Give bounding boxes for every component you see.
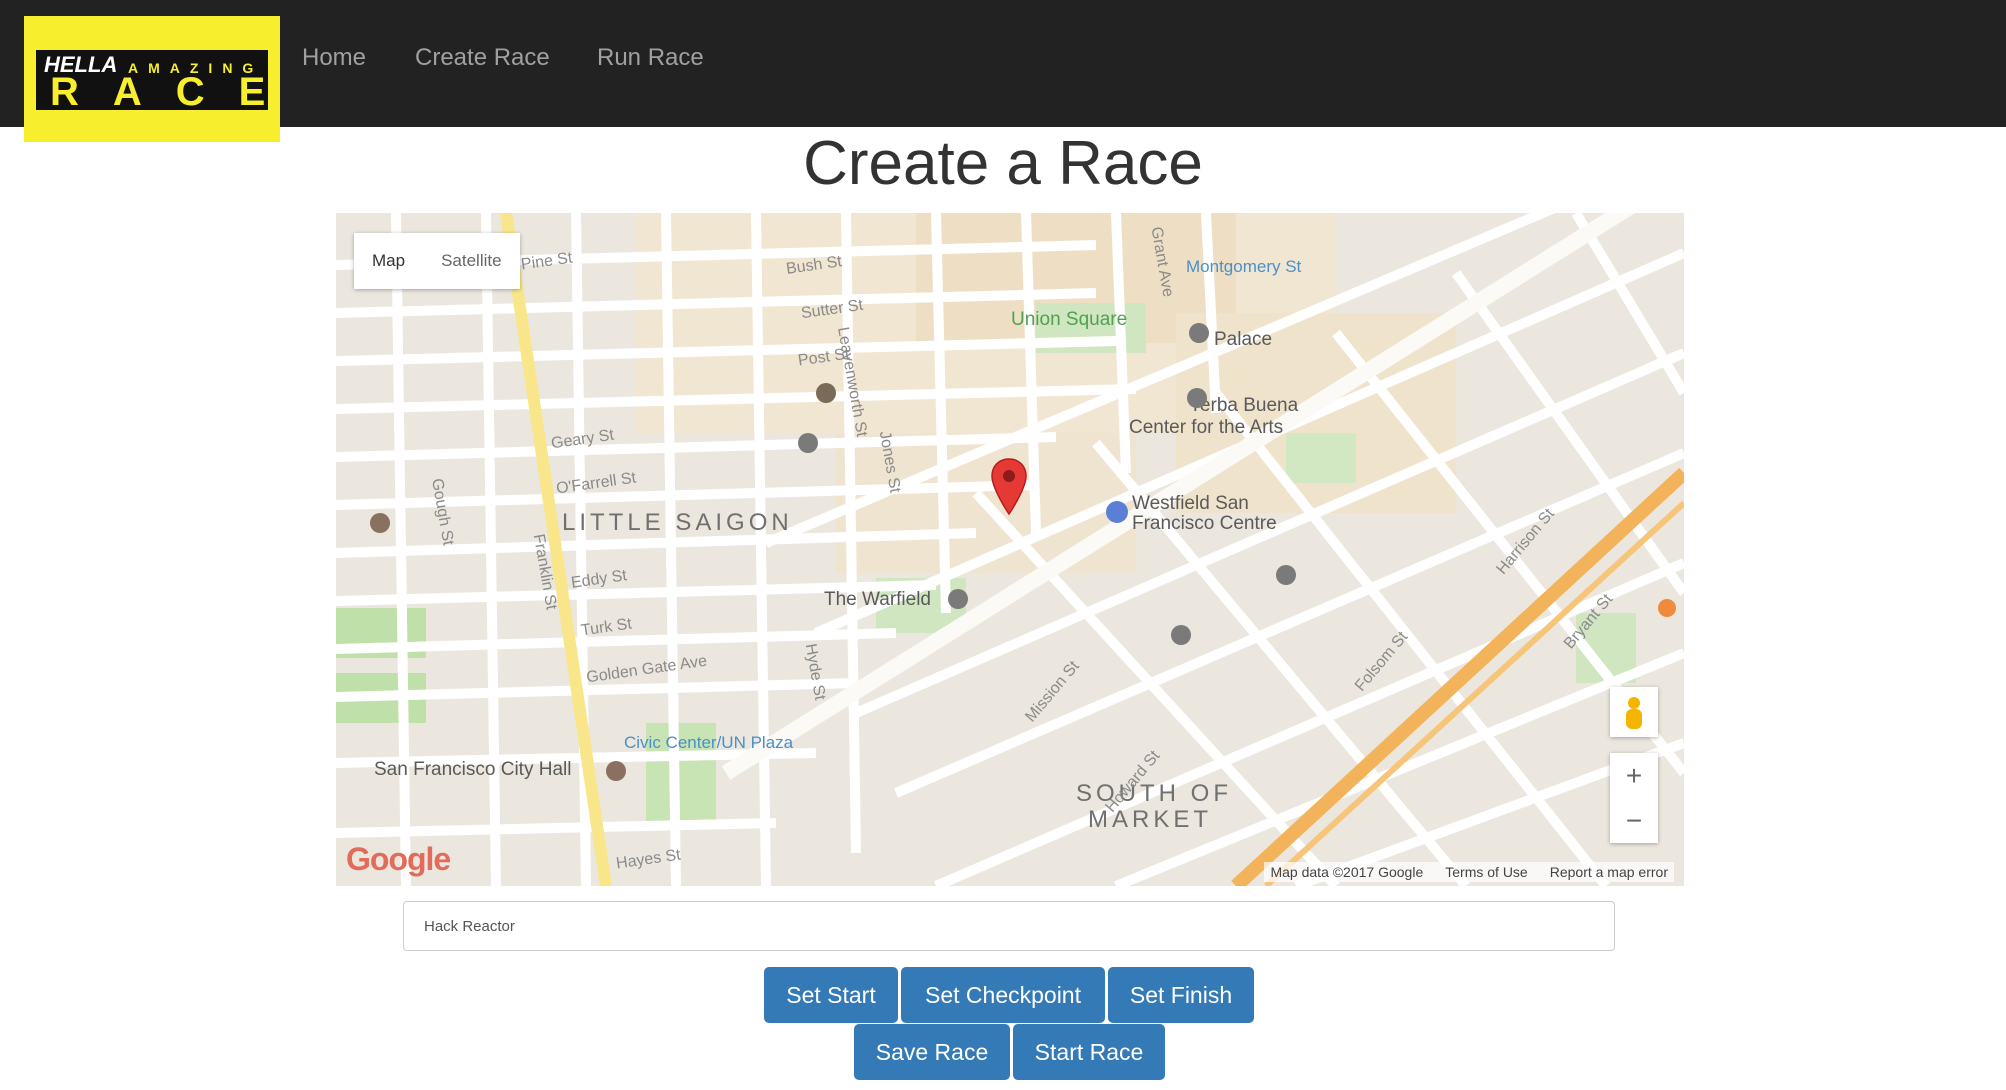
poi-icon bbox=[948, 589, 968, 609]
map-label-civic-center: Civic Center/UN Plaza bbox=[624, 733, 794, 752]
navbar: HELLA AMAZING RACE Home Create Race Run … bbox=[0, 0, 2006, 142]
shopping-icon bbox=[1106, 501, 1128, 523]
logo-panel: HELLA AMAZING RACE bbox=[36, 50, 268, 112]
zoom-in-button[interactable]: + bbox=[1610, 753, 1658, 798]
map-type-map-button[interactable]: Map bbox=[354, 233, 423, 289]
set-checkpoint-button[interactable]: Set Checkpoint bbox=[901, 967, 1105, 1023]
map-label-palace: Palace bbox=[1214, 329, 1273, 350]
map-type-control: Map Satellite bbox=[354, 233, 520, 289]
set-finish-button[interactable]: Set Finish bbox=[1108, 967, 1254, 1023]
map-label-city-hall: San Francisco City Hall bbox=[374, 759, 572, 780]
report-map-error-link[interactable]: Report a map error bbox=[1550, 864, 1668, 880]
location-search-input[interactable] bbox=[403, 901, 1615, 951]
map-label-little-saigon: LITTLE SAIGON bbox=[562, 509, 793, 536]
google-logo: Google bbox=[346, 841, 451, 877]
map-label-montgomery: Montgomery St bbox=[1186, 257, 1302, 276]
nav-home[interactable]: Home bbox=[302, 44, 366, 72]
nav-create-race[interactable]: Create Race bbox=[415, 44, 550, 72]
logo[interactable]: HELLA AMAZING RACE bbox=[24, 16, 280, 142]
pegman-icon[interactable] bbox=[1610, 687, 1658, 737]
nav-run-race[interactable]: Run Race bbox=[597, 44, 704, 72]
map-label-south-of: SOUTH OF bbox=[1076, 780, 1232, 807]
poi-icon bbox=[1187, 388, 1207, 408]
palace-icon bbox=[1189, 323, 1209, 343]
city-hall-icon bbox=[606, 761, 626, 781]
zoom-out-button[interactable]: − bbox=[1610, 798, 1658, 843]
poi-icon bbox=[1276, 565, 1296, 585]
poi-icon bbox=[370, 513, 390, 533]
page-title: Create a Race bbox=[803, 129, 1203, 198]
poi-icon bbox=[816, 383, 836, 403]
map-data-credit: Map data ©2017 Google bbox=[1270, 864, 1424, 880]
map-label-warfield: The Warfield bbox=[824, 589, 931, 610]
poi-icon bbox=[798, 433, 818, 453]
start-race-button[interactable]: Start Race bbox=[1013, 1024, 1165, 1080]
poi-icon bbox=[1658, 599, 1676, 617]
logo-race-text: RACE bbox=[50, 70, 280, 114]
map-label-francisco-centre: Francisco Centre bbox=[1132, 513, 1277, 534]
map-label-westfield: Westfield San bbox=[1132, 493, 1249, 514]
map[interactable]: LITTLE SAIGON SOUTH OF MARKET Palace Yer… bbox=[336, 213, 1684, 886]
set-start-button[interactable]: Set Start bbox=[764, 967, 898, 1023]
zoom-control: + − bbox=[1610, 753, 1658, 843]
save-race-button[interactable]: Save Race bbox=[854, 1024, 1010, 1080]
map-type-satellite-button[interactable]: Satellite bbox=[423, 233, 519, 289]
map-attribution: Map data ©2017 Google Terms of Use Repor… bbox=[1264, 862, 1674, 882]
map-marker-icon[interactable] bbox=[990, 458, 1028, 516]
terms-of-use-link[interactable]: Terms of Use bbox=[1445, 864, 1527, 880]
map-label-union-square: Union Square bbox=[1011, 309, 1128, 330]
map-label-center-for-arts: Center for the Arts bbox=[1129, 417, 1284, 438]
map-label-market: MARKET bbox=[1088, 806, 1213, 833]
poi-icon bbox=[1171, 625, 1191, 645]
